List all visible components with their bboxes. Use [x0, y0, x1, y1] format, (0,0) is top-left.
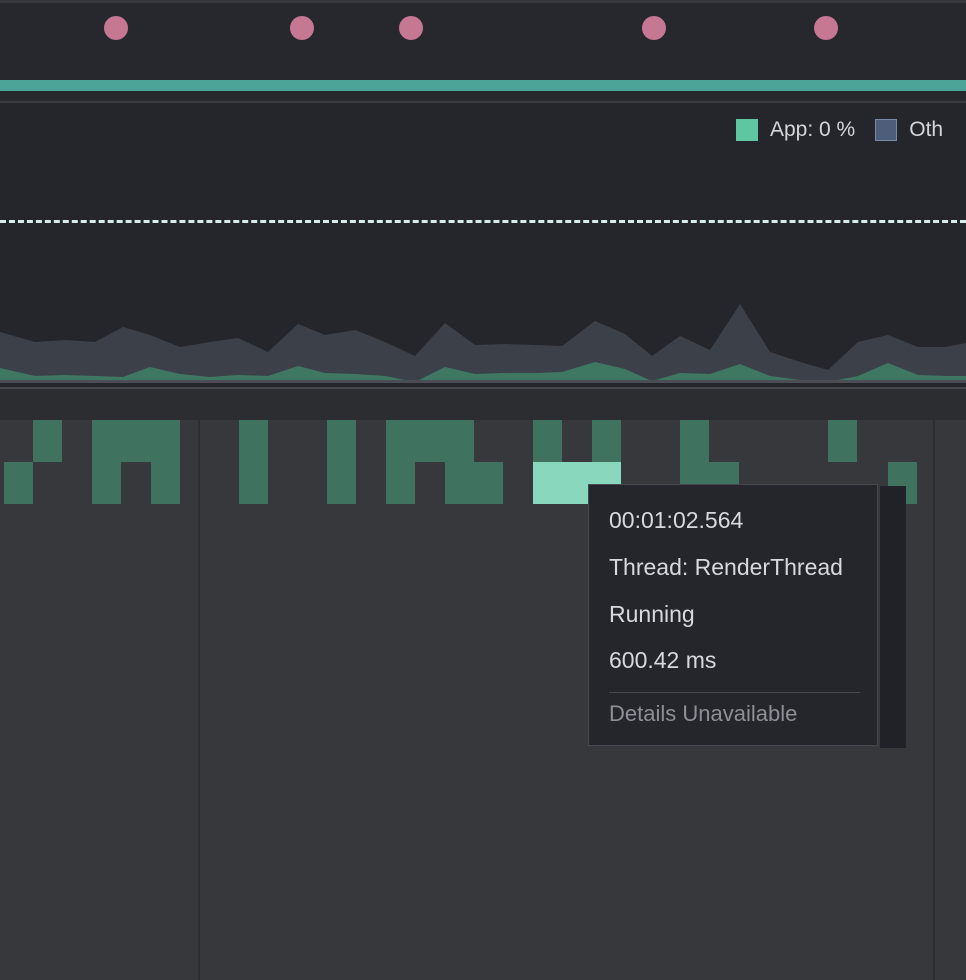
thread-state-running[interactable] — [151, 462, 180, 504]
tooltip-details: Details Unavailable — [609, 701, 798, 726]
thread-state-running[interactable] — [327, 462, 356, 504]
tooltip-shadow — [880, 486, 906, 748]
tooltip-timestamp: 00:01:02.564 — [609, 507, 744, 533]
cpu-legend: App: 0 % Oth — [736, 118, 943, 142]
other-legend-swatch — [875, 119, 898, 141]
app-legend-label: App: 0 % — [770, 118, 856, 141]
thread-state-running[interactable] — [386, 420, 474, 462]
other-legend-label: Oth — [909, 118, 944, 141]
track-divider — [0, 0, 966, 3]
tooltip-thread-name: Thread: RenderThread — [609, 554, 843, 580]
event-marker[interactable] — [290, 16, 314, 40]
cpu-threshold-line — [0, 220, 966, 223]
event-marker[interactable] — [399, 16, 423, 40]
thread-state-running[interactable] — [680, 420, 709, 462]
event-marker[interactable] — [642, 16, 666, 40]
track-divider — [0, 387, 966, 389]
tooltip-thread-state: Running — [609, 601, 695, 627]
activity-lifecycle-bar[interactable] — [0, 80, 966, 91]
thread-state-running[interactable] — [386, 462, 415, 504]
event-track — [0, 0, 966, 104]
event-marker[interactable] — [814, 16, 838, 40]
thread-state-running[interactable] — [327, 420, 356, 462]
tooltip-divider — [609, 692, 860, 693]
thread-state-running[interactable] — [33, 420, 62, 462]
thread-state-running[interactable] — [239, 462, 268, 504]
event-marker[interactable] — [104, 16, 128, 40]
thread-state-running[interactable] — [4, 462, 33, 504]
app-legend-swatch — [736, 119, 758, 141]
thread-state-running[interactable] — [828, 420, 857, 462]
thread-state-running[interactable] — [533, 420, 562, 462]
thread-state-running[interactable] — [92, 462, 121, 504]
thread-state-running[interactable] — [92, 420, 180, 462]
thread-state-tooltip: 00:01:02.564 Thread: RenderThread Runnin… — [588, 484, 878, 746]
cpu-baseline — [0, 380, 966, 383]
thread-header-band — [0, 387, 966, 420]
thread-state-running[interactable] — [445, 462, 503, 504]
thread-state-running[interactable] — [239, 420, 268, 462]
cpu-usage-chart — [0, 304, 966, 382]
thread-state-running[interactable] — [592, 420, 621, 462]
grid-line — [933, 420, 935, 980]
tooltip-duration: 600.42 ms — [609, 647, 717, 673]
grid-line — [198, 420, 200, 980]
